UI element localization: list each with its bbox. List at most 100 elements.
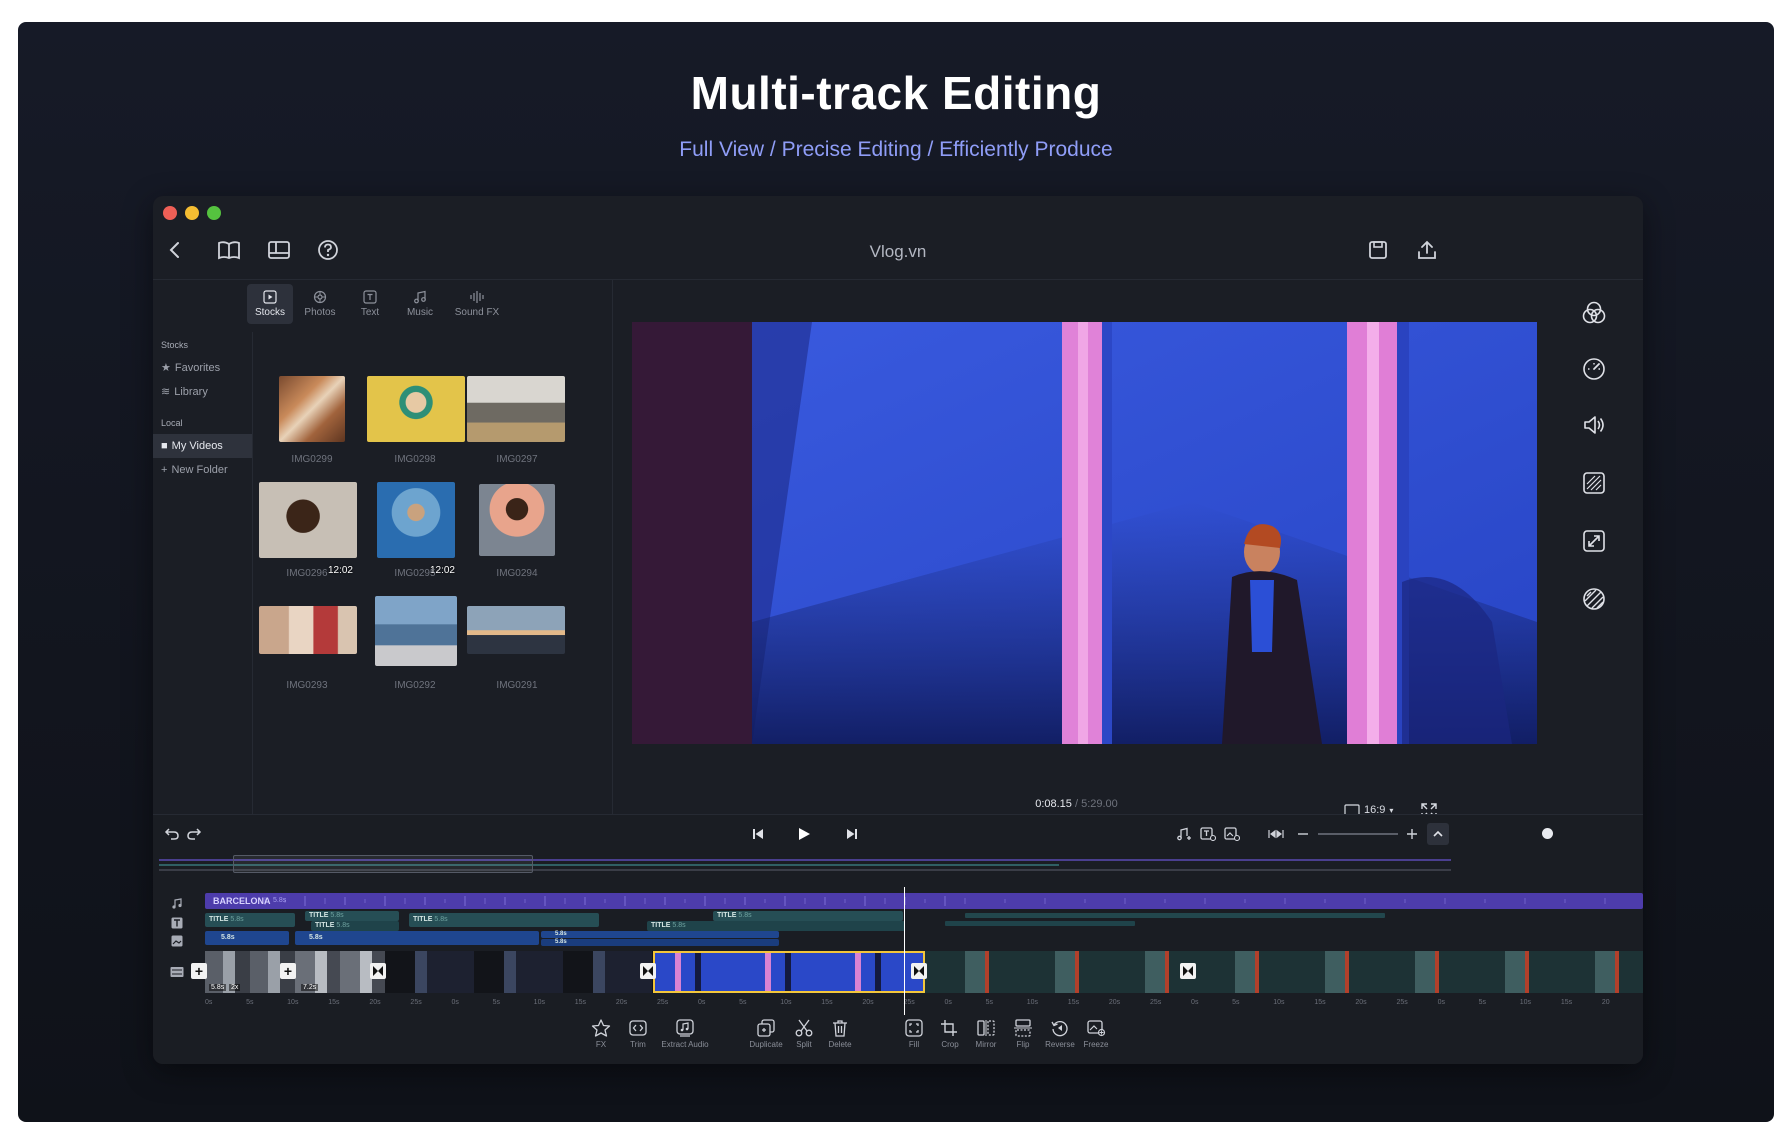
media-item[interactable]: IMG0294 [467, 482, 567, 579]
add-transition-button[interactable]: + [280, 963, 296, 979]
video-clip[interactable] [385, 951, 653, 993]
title-clip[interactable] [965, 913, 1385, 918]
title-clip[interactable]: TITLE 5.8s [305, 911, 399, 921]
sidebar-item-new-folder[interactable]: + New Folder [153, 458, 252, 482]
export-icon[interactable] [1409, 232, 1445, 268]
media-item-name: IMG0294 [496, 568, 538, 579]
transition-marker[interactable] [640, 963, 656, 979]
add-sticker-icon[interactable] [1221, 823, 1243, 845]
ruler-tick-label: 5s [985, 999, 994, 1006]
flip-button[interactable]: Flip [1003, 1019, 1043, 1049]
playhead[interactable] [904, 887, 905, 1015]
tab-stocks[interactable]: Stocks [247, 284, 293, 324]
add-audio-icon[interactable] [1173, 823, 1195, 845]
ruler-tick-label: 10s [780, 999, 792, 1006]
add-transition-button[interactable]: + [191, 963, 207, 979]
tab-music[interactable]: Music [397, 284, 443, 324]
save-icon[interactable] [1360, 232, 1396, 268]
zoom-slider-track[interactable] [1318, 833, 1398, 835]
time-ruler[interactable]: 0s 5s 10s 15s 20s 25s 0s 5s 10s 15s 20s 25s 0s 5s 10s 1… [205, 999, 1643, 1011]
collapse-icon[interactable] [1427, 823, 1449, 845]
zoom-slider-knob[interactable] [1542, 828, 1553, 839]
mirror-button[interactable]: Mirror [966, 1019, 1006, 1049]
freeze-button[interactable]: Freeze [1076, 1019, 1116, 1049]
media-item[interactable]: 12:02 IMG0296 [257, 482, 357, 579]
ruler-tick-label: 20s [369, 999, 381, 1006]
ruler-tick-label: 20s [1108, 999, 1121, 1006]
duplicate-button[interactable]: Duplicate [746, 1019, 786, 1049]
transition-marker[interactable] [1180, 963, 1196, 979]
sticker-clip[interactable]: 5.8s [541, 931, 779, 938]
tab-photos[interactable]: Photos [297, 284, 343, 324]
crop-button[interactable]: Crop [930, 1019, 970, 1049]
resize-icon[interactable] [1579, 526, 1609, 556]
skip-forward-icon[interactable] [841, 823, 863, 845]
zoom-in-icon[interactable] [1401, 823, 1423, 845]
media-item[interactable]: IMG0292 [365, 596, 465, 692]
ruler-tick-label: 15s [1560, 999, 1573, 1006]
fx-button[interactable]: FX [581, 1019, 621, 1049]
title-clip-label: TITLE [315, 922, 335, 929]
trim-button[interactable]: Trim [618, 1019, 658, 1049]
maximize-window-button[interactable] [207, 206, 221, 220]
selected-video-clip[interactable] [653, 951, 925, 993]
delete-button[interactable]: Delete [820, 1019, 860, 1049]
close-window-button[interactable] [163, 206, 177, 220]
title-clip[interactable]: TITLE 5.8s [205, 913, 295, 927]
title-clip[interactable]: TITLE 5.8s [713, 911, 903, 921]
title-clip[interactable]: TITLE 5.8s [311, 921, 399, 931]
hero-card: Multi-track Editing Full View / Precise … [18, 22, 1774, 1122]
tab-sound-fx[interactable]: Sound FX [447, 284, 507, 324]
redo-icon[interactable] [183, 823, 205, 845]
minimize-window-button[interactable] [185, 206, 199, 220]
volume-icon[interactable] [1579, 410, 1609, 440]
speed-icon[interactable] [1579, 354, 1609, 384]
media-item[interactable]: IMG0291 [467, 596, 567, 692]
transition-icon [1183, 966, 1193, 976]
edit-toolbar: FX Trim Extract Audio Duplicate Split De… [153, 1015, 1643, 1064]
skip-back-icon[interactable] [747, 823, 769, 845]
media-thumbnail [467, 606, 565, 654]
audio-clip[interactable]: BARCELONA 5.8s [205, 893, 1643, 909]
play-icon[interactable] [793, 823, 815, 845]
fit-timeline-icon[interactable] [1265, 823, 1287, 845]
fill-button[interactable]: Fill [894, 1019, 934, 1049]
ruler-tick-label: 25s [1396, 999, 1408, 1006]
folder-icon: ■ [161, 440, 168, 452]
media-item[interactable]: IMG0299 [267, 376, 357, 472]
media-item[interactable]: IMG0293 [257, 596, 357, 692]
media-item[interactable]: 12:02 IMG0295 [365, 482, 465, 579]
zoom-out-icon[interactable] [1292, 823, 1314, 845]
sidebar-item-library[interactable]: ≋ Library [153, 380, 252, 404]
add-text-icon[interactable] [1197, 823, 1219, 845]
sticker-clip[interactable]: 5.8s [205, 931, 289, 945]
sticker-clip[interactable]: 5.8s [295, 931, 539, 945]
timeline-overview[interactable] [159, 855, 1451, 873]
media-item[interactable]: IMG0298 [365, 376, 465, 472]
preview-frame[interactable] [632, 322, 1537, 744]
sticker-clip[interactable]: 5.8s [541, 939, 779, 946]
overview-viewport[interactable] [233, 855, 533, 873]
sidebar-item-my-videos[interactable]: ■ My Videos [153, 434, 252, 458]
tab-text[interactable]: Text [347, 284, 393, 324]
stocks-icon [263, 290, 277, 304]
extract-audio-button[interactable]: Extract Audio [655, 1019, 715, 1049]
transition-marker[interactable] [370, 963, 386, 979]
mask-icon[interactable] [1579, 584, 1609, 614]
audio-clip-label: BARCELONA [213, 896, 271, 906]
video-clip[interactable] [925, 951, 1643, 993]
undo-icon[interactable] [161, 823, 183, 845]
tab-sound-fx-label: Sound FX [454, 307, 500, 318]
title-clip[interactable] [945, 921, 1135, 926]
star-icon: ★ [161, 362, 171, 374]
title-clip[interactable]: TITLE 5.8s [647, 921, 905, 931]
split-button[interactable]: Split [784, 1019, 824, 1049]
transition-marker[interactable] [911, 963, 927, 979]
sidebar-item-favorites[interactable]: ★ Favorites [153, 356, 252, 380]
media-item[interactable]: IMG0297 [467, 376, 567, 472]
color-icon[interactable] [1579, 298, 1609, 328]
filter-icon[interactable] [1579, 468, 1609, 498]
reverse-icon [1051, 1021, 1068, 1037]
reverse-button[interactable]: Reverse [1040, 1019, 1080, 1049]
title-clip[interactable]: TITLE 5.8s [409, 913, 599, 927]
